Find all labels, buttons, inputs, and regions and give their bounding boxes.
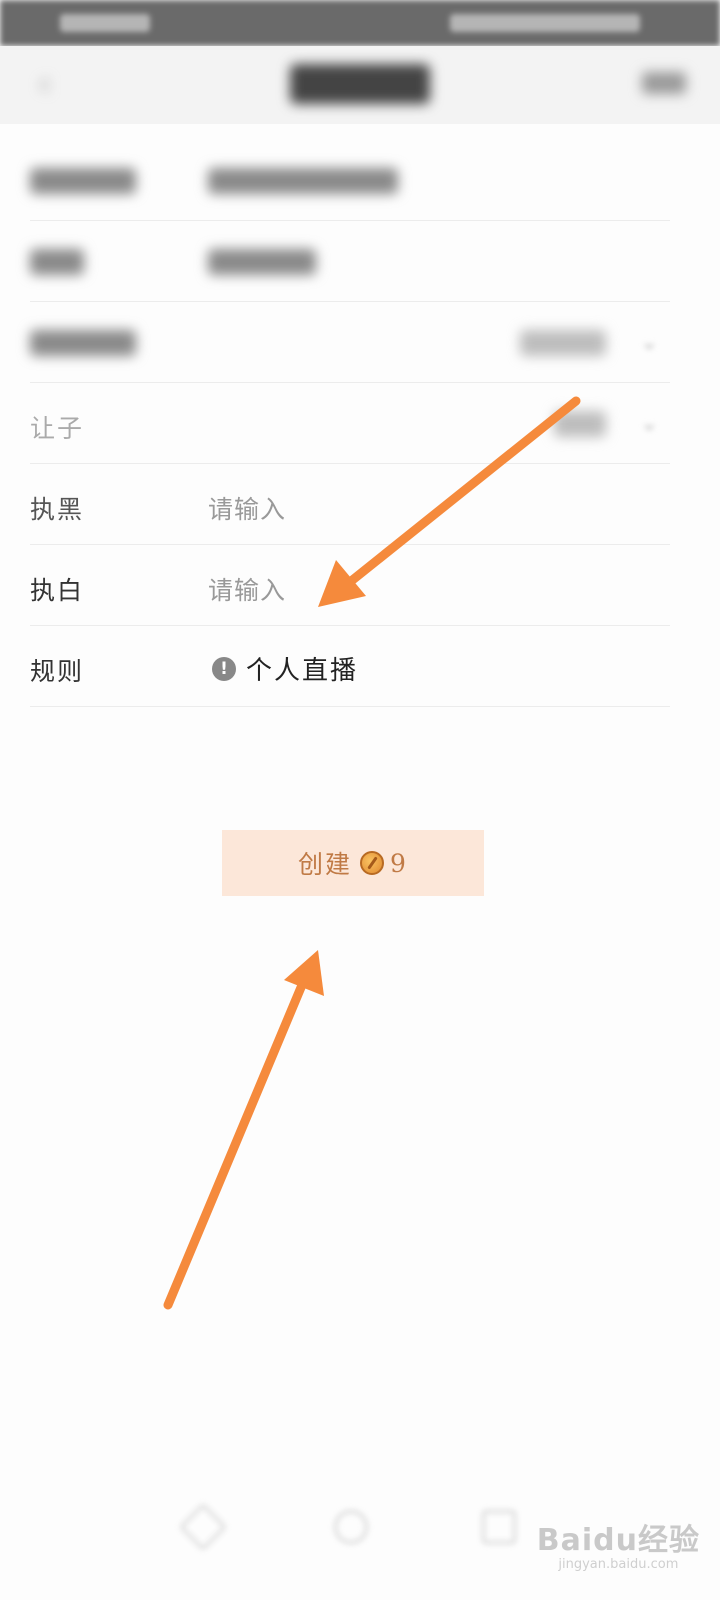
blurred-label <box>30 330 136 356</box>
black-player-label: 执黑 <box>30 495 85 524</box>
chevron-down-icon[interactable]: ⌄ <box>640 330 664 355</box>
form-row-black-player: 执黑 请输入 <box>30 464 670 545</box>
form-row-handicap[interactable]: 让子 ⌄ <box>30 383 670 464</box>
chevron-down-icon[interactable]: ⌄ <box>640 411 664 436</box>
rules-label: 规则 <box>30 657 85 686</box>
create-button-label: 创建 <box>298 850 353 879</box>
rules-text: 个人直播 <box>246 656 359 686</box>
nav-home-icon[interactable] <box>334 1510 368 1544</box>
status-battery-block <box>450 14 640 32</box>
baidu-watermark: Baidu经验 jingyan.baidu.com <box>537 1515 700 1572</box>
info-icon[interactable]: ! <box>212 656 236 681</box>
header-action[interactable] <box>642 72 686 94</box>
status-bar <box>0 0 720 46</box>
white-player-label: 执白 <box>30 576 85 605</box>
back-arrow-icon[interactable]: ‹ <box>38 66 62 102</box>
create-live-form: ⌄ 让子 ⌄ 执黑 请输入 执白 请输入 规则 ! 个人直播 <box>30 140 670 707</box>
nav-back-icon[interactable] <box>178 1502 228 1552</box>
blurred-label <box>30 249 84 275</box>
blurred-value <box>208 168 398 194</box>
nav-recent-icon[interactable] <box>482 1510 516 1544</box>
white-player-input[interactable]: 请输入 <box>208 571 286 607</box>
black-player-input[interactable]: 请输入 <box>208 490 286 526</box>
status-signal-block <box>60 14 150 32</box>
create-button[interactable]: 创建 9 <box>222 830 484 896</box>
blurred-value <box>520 330 606 356</box>
blurred-value <box>208 249 316 275</box>
create-button-cost: 9 <box>390 848 408 878</box>
watermark-url: jingyan.baidu.com <box>558 1557 679 1572</box>
form-row-rules[interactable]: 规则 ! 个人直播 <box>30 626 670 707</box>
coin-icon <box>360 851 385 875</box>
header: ‹ <box>0 46 720 124</box>
form-row-white-player: 执白 请输入 <box>30 545 670 626</box>
form-row-board[interactable]: ⌄ <box>30 302 670 383</box>
handicap-label: 让子 <box>30 414 85 443</box>
blurred-label <box>30 168 136 194</box>
blurred-value <box>554 411 606 437</box>
arrow-to-create-button <box>163 950 324 1310</box>
watermark-brand: Baidu经验 <box>536 1523 700 1558</box>
rules-value: ! 个人直播 <box>212 650 358 687</box>
form-row-name[interactable] <box>30 140 670 221</box>
form-row-type[interactable] <box>30 221 670 302</box>
page-title <box>290 64 430 104</box>
